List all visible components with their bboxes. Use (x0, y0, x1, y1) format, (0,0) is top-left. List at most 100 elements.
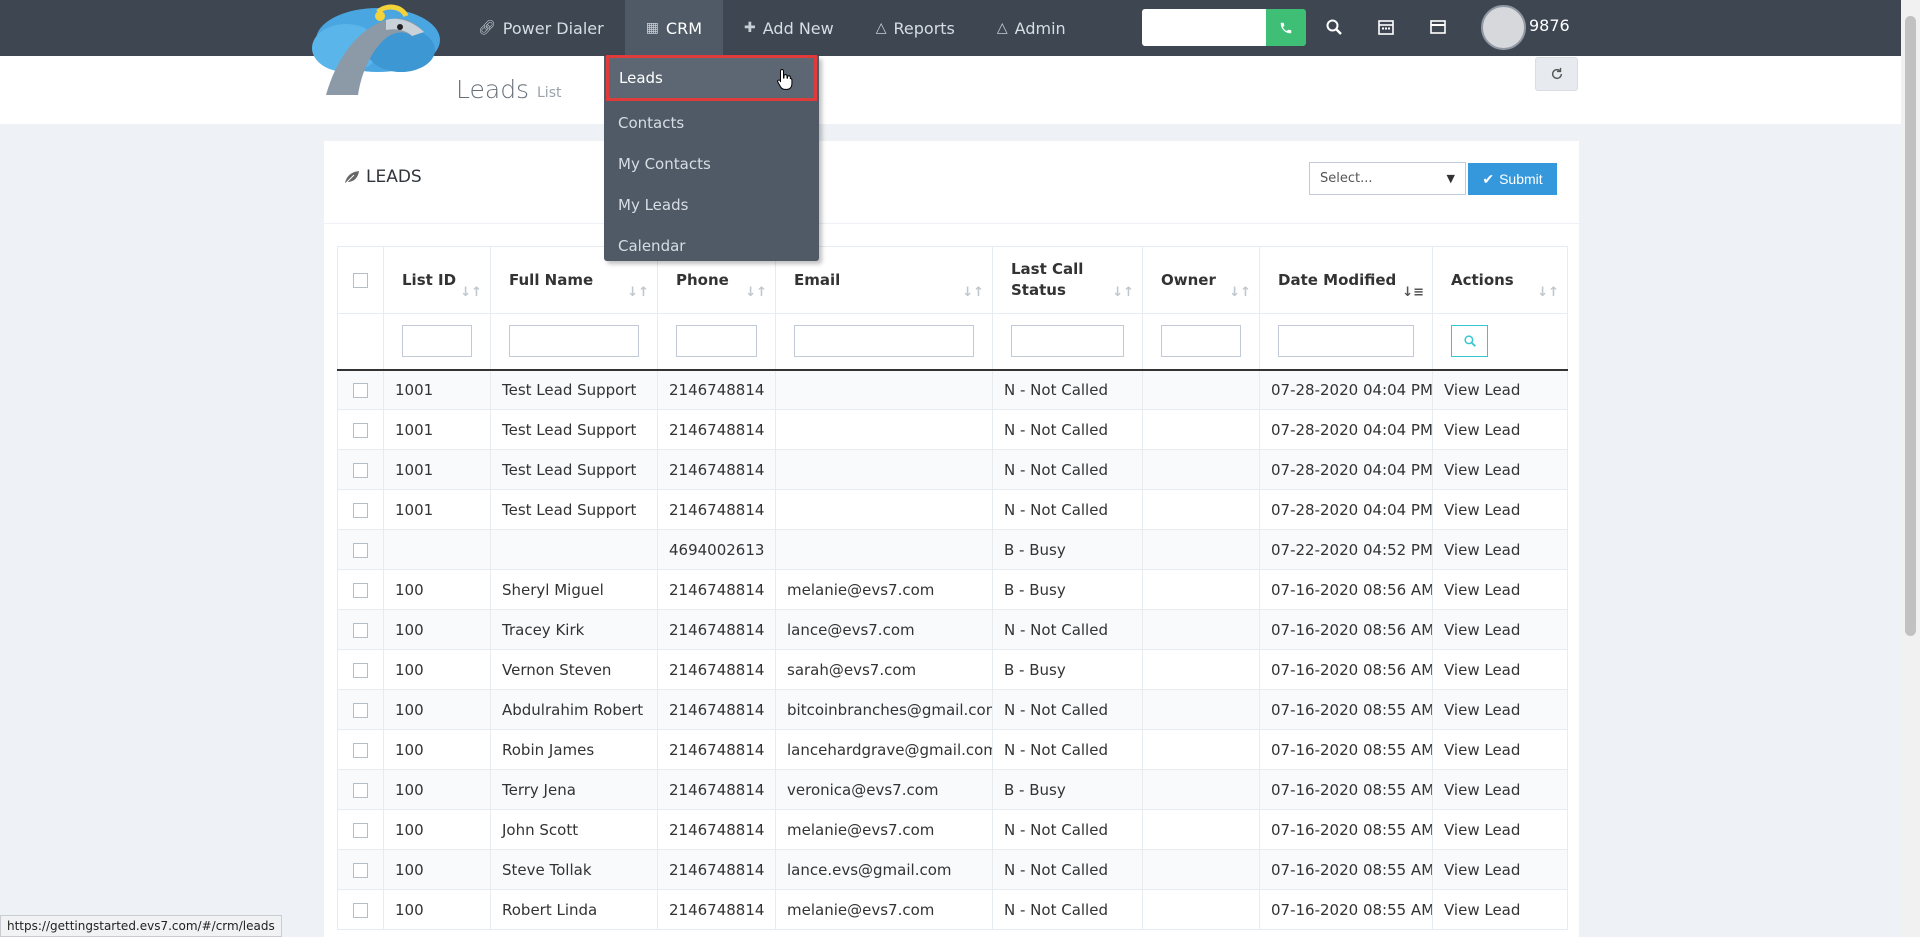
select-all-checkbox[interactable] (353, 273, 368, 288)
cell-action[interactable]: View Lead (1432, 849, 1568, 890)
cell-phone[interactable]: 2146748814 (657, 649, 776, 690)
nav-crm[interactable]: ▦ CRM (624, 0, 724, 56)
call-button[interactable] (1266, 9, 1306, 46)
cell-action[interactable]: View Lead (1432, 609, 1568, 650)
row-checkbox[interactable] (353, 382, 368, 398)
cell-action[interactable]: View Lead (1432, 529, 1568, 570)
column-header-list-id[interactable]: List ID ↓↑ (383, 246, 491, 314)
column-header-actions[interactable]: Actions ↓↑ (1432, 246, 1568, 314)
nav-add-new[interactable]: ✚ Add New (723, 0, 855, 56)
menu-item-my-leads[interactable]: My Leads (604, 184, 819, 225)
avatar[interactable] (1481, 5, 1526, 50)
card-icon[interactable] (1427, 16, 1449, 38)
user-id[interactable]: 9876 (1529, 16, 1570, 35)
reload-button[interactable] (1535, 57, 1578, 91)
row-checkbox[interactable] (353, 782, 368, 798)
row-checkbox[interactable] (353, 422, 368, 438)
row-checkbox[interactable] (353, 862, 368, 878)
menu-item-calendar[interactable]: Calendar (604, 225, 819, 266)
filter-list-id-input[interactable] (402, 325, 472, 358)
cell-action[interactable]: View Lead (1432, 729, 1568, 770)
scrollbar-thumb[interactable] (1905, 16, 1916, 636)
row-select-cell (337, 569, 384, 610)
cell-date-modified: 07-22-2020 04:52 PM (1259, 529, 1433, 570)
bulk-action-select[interactable]: Select... ▼ (1309, 162, 1466, 195)
cell-date-modified: 07-28-2020 04:04 PM (1259, 449, 1433, 490)
cell-action[interactable]: View Lead (1432, 409, 1568, 450)
cell-phone[interactable]: 2146748814 (657, 729, 776, 770)
menu-item-my-contacts[interactable]: My Contacts (604, 143, 819, 184)
cell-phone[interactable]: 4694002613 (657, 529, 776, 570)
calendar-icon[interactable] (1375, 16, 1397, 38)
cell-phone[interactable]: 2146748814 (657, 689, 776, 730)
row-checkbox[interactable] (353, 542, 368, 558)
nav-reports[interactable]: △ Reports (855, 0, 976, 56)
sort-icon: ↓↑ (627, 285, 649, 300)
cell-phone[interactable]: 2146748814 (657, 849, 776, 890)
row-checkbox[interactable] (353, 742, 368, 758)
cell-action[interactable]: View Lead (1432, 649, 1568, 690)
cell-action[interactable]: View Lead (1432, 569, 1568, 610)
row-select-cell (337, 529, 384, 570)
cell-full-name (490, 529, 658, 570)
cell-action[interactable]: View Lead (1432, 449, 1568, 490)
cell-phone[interactable]: 2146748814 (657, 369, 776, 410)
table-row: 4694002613 B - Busy 07-22-2020 04:52 PM Vie… (337, 529, 1568, 570)
cell-phone[interactable]: 2146748814 (657, 449, 776, 490)
dial-input[interactable] (1142, 9, 1267, 46)
cell-phone[interactable]: 2146748814 (657, 569, 776, 610)
cell-phone[interactable]: 2146748814 (657, 809, 776, 850)
nav-admin[interactable]: △ Admin (976, 0, 1087, 56)
cell-email (775, 529, 993, 570)
row-checkbox[interactable] (353, 622, 368, 638)
row-checkbox[interactable] (353, 502, 368, 518)
filter-cell (337, 313, 384, 371)
filter-phone-input[interactable] (676, 325, 757, 358)
filter-status-input[interactable] (1011, 325, 1124, 358)
row-checkbox[interactable] (353, 462, 368, 478)
column-header-last-call-status[interactable]: Last Call Status ↓↑ (992, 246, 1143, 314)
cell-action[interactable]: View Lead (1432, 369, 1568, 410)
submit-button[interactable]: ✔ Submit (1468, 163, 1557, 195)
column-label: Date Modified (1278, 271, 1397, 289)
column-header-owner[interactable]: Owner ↓↑ (1142, 246, 1260, 314)
cell-phone[interactable]: 2146748814 (657, 409, 776, 450)
cell-owner (1142, 409, 1260, 450)
page-title: Leads (456, 75, 530, 104)
cell-full-name: Test Lead Support (490, 369, 658, 410)
nav-power-dialer[interactable]: 🔗︎ Power Dialer (457, 0, 625, 56)
cell-phone[interactable]: 2146748814 (657, 609, 776, 650)
cell-action[interactable]: View Lead (1432, 809, 1568, 850)
phone-icon (1280, 22, 1292, 33)
row-checkbox[interactable] (353, 822, 368, 838)
cell-full-name: Abdulrahim Robert (490, 689, 658, 730)
filter-date-input[interactable] (1278, 325, 1414, 358)
menu-item-contacts[interactable]: Contacts (604, 102, 819, 143)
select-all-cell (337, 246, 384, 314)
cell-phone[interactable]: 2146748814 (657, 489, 776, 530)
cell-phone[interactable]: 2146748814 (657, 769, 776, 810)
row-checkbox[interactable] (353, 702, 368, 718)
cell-owner (1142, 649, 1260, 690)
cell-phone[interactable]: 2146748814 (657, 889, 776, 930)
cell-action[interactable]: View Lead (1432, 489, 1568, 530)
row-checkbox[interactable] (353, 902, 368, 918)
cell-action[interactable]: View Lead (1432, 769, 1568, 810)
cell-full-name: Steve Tollak (490, 849, 658, 890)
cell-owner (1142, 369, 1260, 410)
row-checkbox[interactable] (353, 662, 368, 678)
filter-search-button[interactable] (1451, 325, 1488, 358)
cell-action[interactable]: View Lead (1432, 689, 1568, 730)
nav-label: Power Dialer (502, 18, 604, 38)
column-header-date-modified[interactable]: Date Modified ↓≡ (1259, 246, 1433, 314)
row-checkbox[interactable] (353, 582, 368, 598)
cell-list-id: 100 (383, 649, 491, 690)
table-row: 100 Sheryl Miguel 2146748814 melanie@evs7.c… (337, 569, 1568, 610)
filter-email-input[interactable] (794, 325, 974, 358)
search-icon[interactable] (1323, 16, 1345, 38)
column-label: Email (794, 271, 841, 289)
dolphin-logo[interactable] (306, 0, 446, 100)
filter-owner-input[interactable] (1161, 325, 1241, 358)
cell-action[interactable]: View Lead (1432, 889, 1568, 930)
filter-full-name-input[interactable] (509, 325, 639, 358)
